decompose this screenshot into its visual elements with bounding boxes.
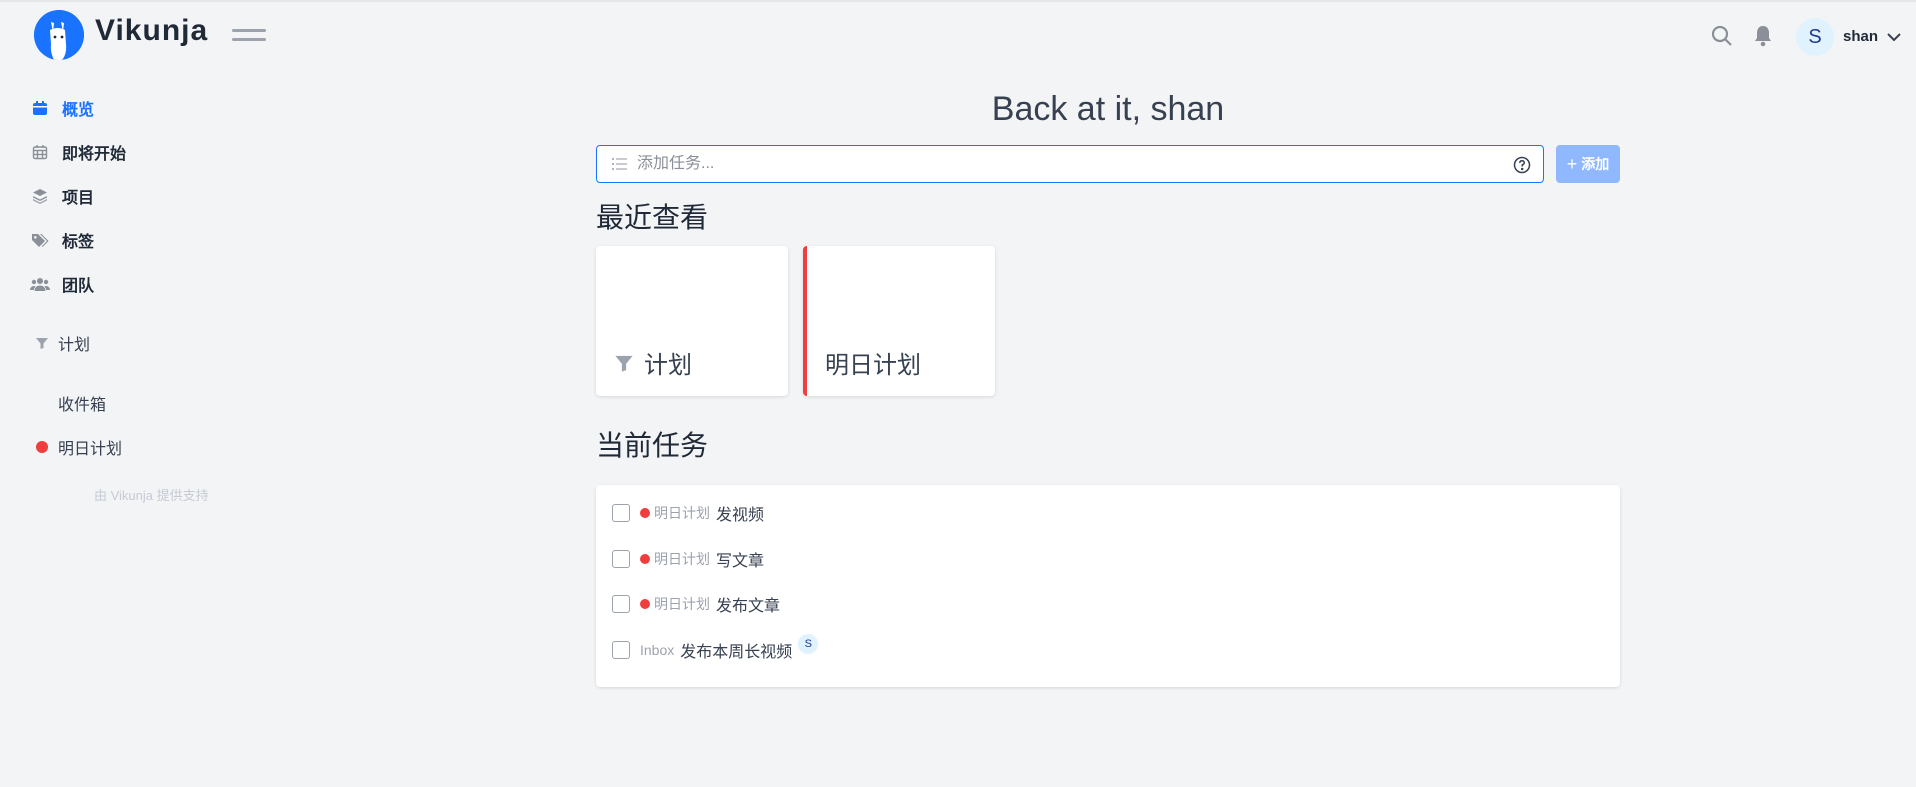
user-avatar[interactable]: S <box>1796 18 1834 56</box>
layers-icon <box>30 186 50 206</box>
sidebar-item-label: 标签 <box>62 234 95 251</box>
sidebar-item-projects[interactable]: 项目 <box>30 182 94 210</box>
username[interactable]: shan <box>1843 28 1878 45</box>
task-checkbox[interactable] <box>612 641 630 659</box>
card-title: 明日计划 <box>825 345 921 380</box>
task-row[interactable]: 明日计划 发视频 <box>612 500 764 526</box>
search-icon[interactable] <box>1710 24 1734 48</box>
add-task-field[interactable] <box>596 145 1544 183</box>
task-title[interactable]: 发视频 <box>716 501 764 525</box>
sidebar-item-labels[interactable]: 标签 <box>30 226 94 254</box>
project-label: 计划 <box>58 337 91 354</box>
card-title-text: 计划 <box>644 352 692 379</box>
sidebar-item-label: 团队 <box>62 278 95 295</box>
sidebar-item-teams[interactable]: 团队 <box>30 270 94 298</box>
card-title-text: 明日计划 <box>825 352 921 379</box>
sidebar-project-tomorrow[interactable]: 明日计划 <box>34 434 122 460</box>
hamburger-line-icon <box>232 29 266 32</box>
calendar-icon <box>30 98 50 118</box>
project-color-dot <box>640 508 650 518</box>
task-row[interactable]: Inbox 发布本周长视频 S <box>612 634 819 663</box>
recent-title: 最近查看 <box>596 202 709 233</box>
sidebar-item-label: 概览 <box>62 102 95 119</box>
red-dot-icon <box>34 439 50 455</box>
task-checkbox[interactable] <box>612 595 630 613</box>
tags-icon <box>30 230 50 250</box>
menu-toggle-button[interactable] <box>232 26 266 44</box>
current-tasks-title: 当前任务 <box>596 430 709 461</box>
sidebar-item-label: 即将开始 <box>62 146 127 163</box>
filter-icon <box>34 335 50 351</box>
task-list: 明日计划 发视频 明日计划 写文章 明日计划 发布文章 Inbox 发布本周长视… <box>596 485 1620 687</box>
brand-name[interactable]: Vikunja <box>95 14 208 48</box>
task-title[interactable]: 写文章 <box>716 547 764 571</box>
task-project[interactable]: 明日计划 <box>654 594 710 614</box>
task-title[interactable]: 发布文章 <box>716 592 780 616</box>
sidebar-project-plan[interactable]: 计划 <box>34 330 90 356</box>
card-title: 计划 <box>614 345 692 380</box>
bell-icon[interactable] <box>1752 24 1776 48</box>
project-label: 收件箱 <box>58 397 107 414</box>
vikunja-logo-icon[interactable] <box>34 10 84 60</box>
project-color-dot <box>640 554 650 564</box>
sidebar-item-label: 项目 <box>62 190 95 207</box>
top-bar: Vikunja S shan <box>0 0 1916 70</box>
task-title[interactable]: 发布本周长视频 <box>680 638 792 662</box>
recent-card-tomorrow[interactable]: 明日计划 <box>803 246 995 396</box>
task-project[interactable]: 明日计划 <box>654 549 710 569</box>
task-row[interactable]: 明日计划 发布文章 <box>612 591 780 617</box>
recent-card-plan[interactable]: 计划 <box>596 246 788 396</box>
task-project[interactable]: Inbox <box>640 642 674 658</box>
add-button-label: 添加 <box>1581 156 1610 172</box>
add-task-button[interactable]: + 添加 <box>1556 145 1620 183</box>
project-color-dot <box>640 599 650 609</box>
sidebar-item-upcoming[interactable]: 即将开始 <box>30 138 126 166</box>
calendar-grid-icon <box>30 142 50 162</box>
plus-icon: + <box>1566 153 1578 174</box>
add-task-input[interactable] <box>637 155 1497 173</box>
list-icon <box>611 155 629 173</box>
task-project[interactable]: 明日计划 <box>654 503 710 523</box>
task-checkbox[interactable] <box>612 550 630 568</box>
project-label: 明日计划 <box>58 441 123 458</box>
chevron-down-icon[interactable] <box>1886 30 1902 42</box>
page-title: Back at it, shan <box>991 90 1225 128</box>
assignee-avatar: S <box>798 634 819 654</box>
task-row[interactable]: 明日计划 写文章 <box>612 546 764 572</box>
powered-by[interactable]: 由 Vikunja 提供支持 <box>94 485 209 504</box>
task-checkbox[interactable] <box>612 504 630 522</box>
users-icon <box>30 274 50 294</box>
sidebar-project-inbox[interactable]: 收件箱 <box>34 390 106 416</box>
sidebar-item-overview[interactable]: 概览 <box>30 94 94 122</box>
help-icon[interactable] <box>1513 156 1531 174</box>
hamburger-line-icon <box>232 38 266 41</box>
filter-icon <box>614 353 634 373</box>
